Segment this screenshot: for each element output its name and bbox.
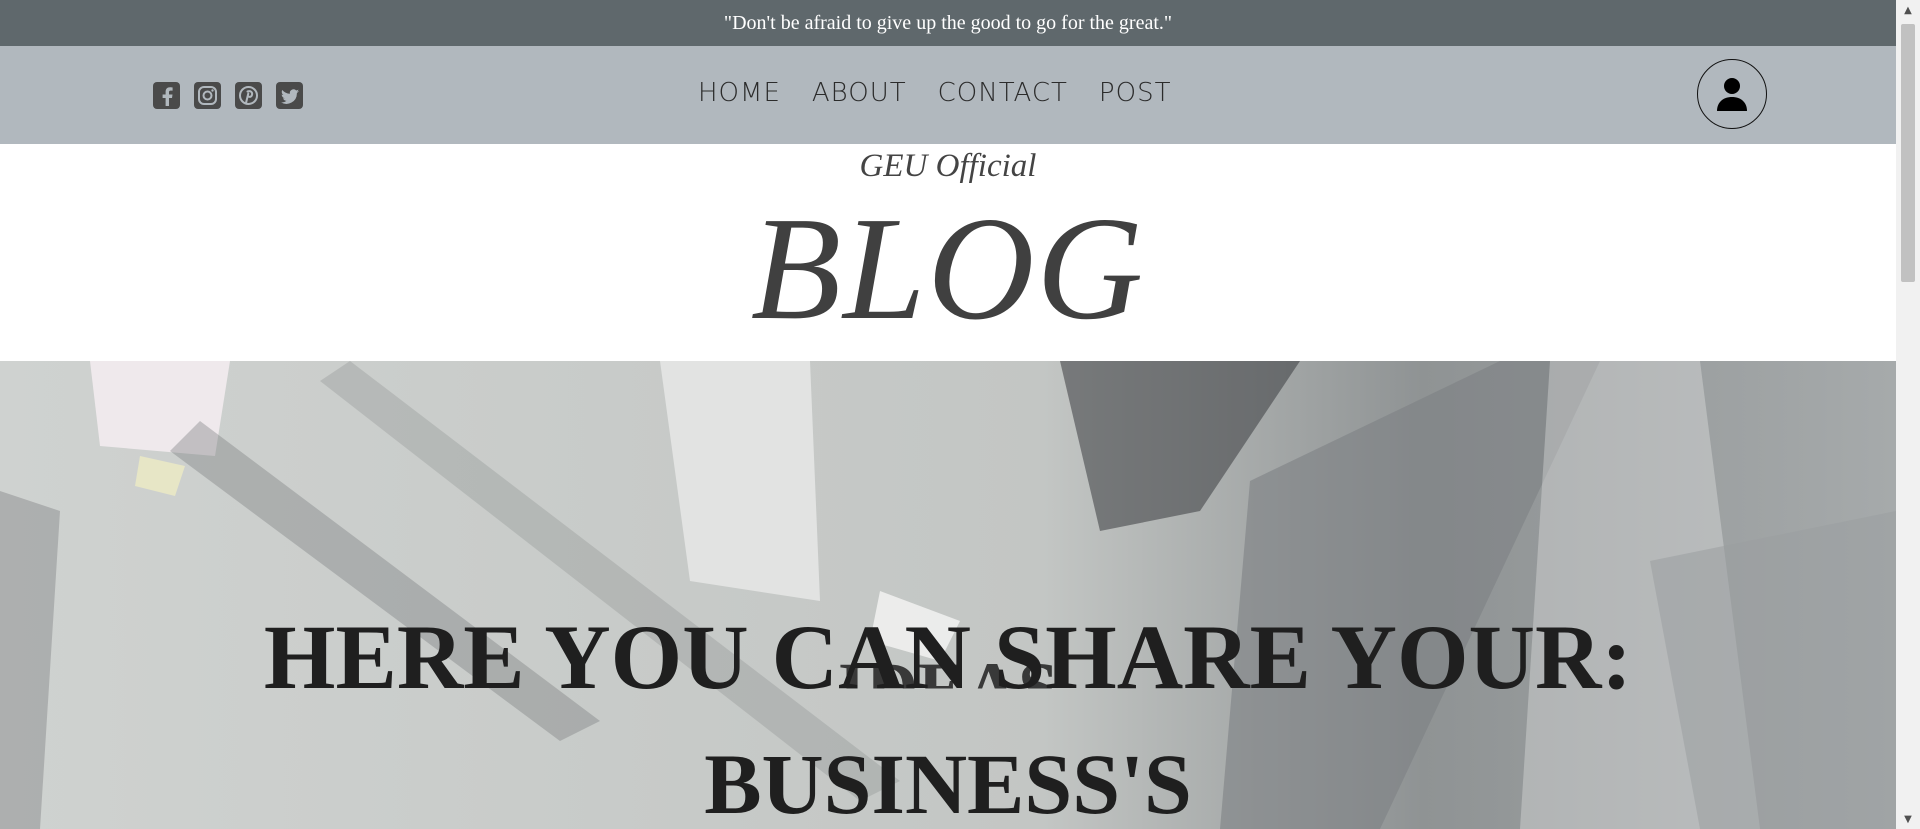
social-links <box>153 82 303 109</box>
navbar: HOME ABOUT CONTACT POST <box>0 46 1896 144</box>
pinterest-icon[interactable] <box>235 82 262 109</box>
scrollbar[interactable]: ▲ ▼ <box>1896 0 1920 829</box>
scroll-thumb[interactable] <box>1901 24 1915 282</box>
blog-subtitle: GEU Official <box>859 148 1037 184</box>
facebook-icon[interactable] <box>153 82 180 109</box>
hero-word-business: BUSINESS'S <box>704 736 1192 829</box>
hero-banner: IDEAS BUSINESS'S HERE YOU CAN SHARE YOUR… <box>0 361 1896 829</box>
nav-contact[interactable]: CONTACT <box>938 78 1068 108</box>
scroll-down-arrow-icon[interactable]: ▼ <box>1896 809 1920 829</box>
twitter-icon[interactable] <box>276 82 303 109</box>
quote-text: "Don't be afraid to give up the good to … <box>723 11 1173 34</box>
quote-bar: "Don't be afraid to give up the good to … <box>0 0 1896 46</box>
nav-home[interactable]: HOME <box>698 78 781 108</box>
blog-title: BLOG <box>750 187 1146 351</box>
nav-post[interactable]: POST <box>1099 78 1172 108</box>
hero-headline: HERE YOU CAN SHARE YOUR: <box>263 606 1633 708</box>
scroll-up-arrow-icon[interactable]: ▲ <box>1896 0 1920 20</box>
main-nav: HOME ABOUT CONTACT POST <box>698 78 1171 108</box>
user-icon <box>1717 78 1747 111</box>
user-account-button[interactable] <box>1697 59 1767 129</box>
instagram-icon[interactable] <box>194 82 221 109</box>
nav-about[interactable]: ABOUT <box>812 78 907 108</box>
